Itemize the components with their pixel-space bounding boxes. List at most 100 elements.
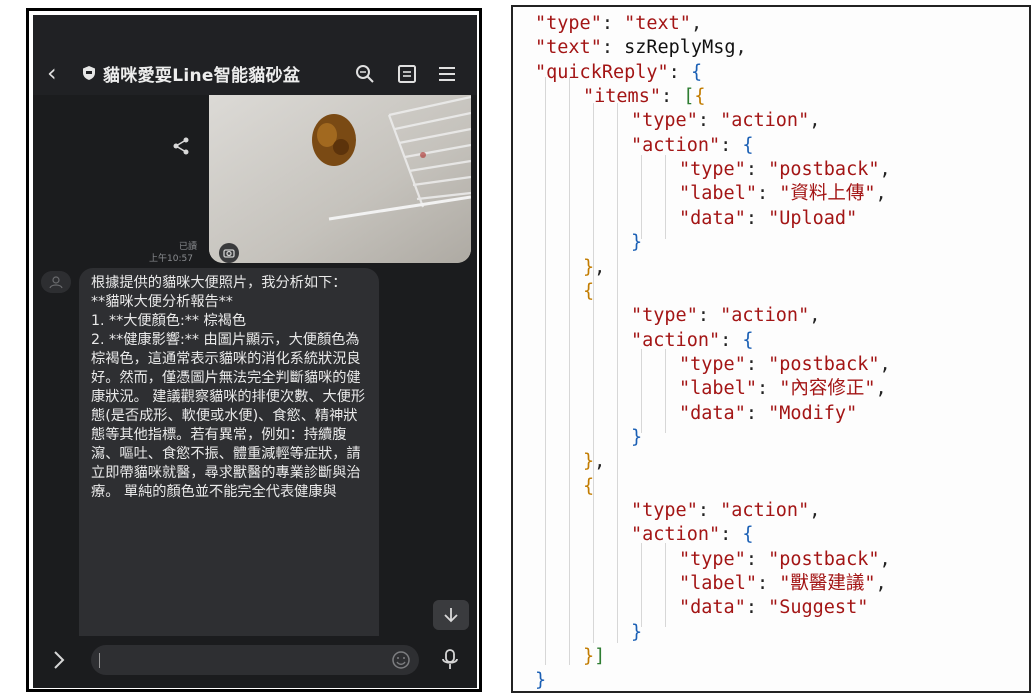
code-token: : [745,207,769,229]
code-token: "quickReply" [535,61,669,83]
code-token: : [720,329,743,351]
message-line: 1. **大便顏色:** 棕褐色 [91,313,247,329]
code-token: : [745,159,769,181]
code-token: "資料上傳" [779,183,876,205]
code-token: { [583,475,595,497]
code-token: , [875,573,887,595]
code-line: "action": { [631,329,754,353]
code-token: "Upload" [768,207,858,229]
code-token: , [594,451,606,473]
code-token: : [756,573,780,595]
photo-content [209,95,471,263]
code-token: : [745,597,769,619]
code-line: "data": "Modify" [679,402,857,426]
code-line: "data": "Upload" [679,207,857,231]
code-token: } [631,621,643,643]
code-token: : [697,500,721,521]
code-screenshot-frame: "type": "text", "text": szReplyMsg, "quick… [511,5,1031,693]
code-token: , [809,305,821,327]
code-line: "action": { [631,523,754,547]
code-token: : [601,13,625,34]
code-token: { [742,329,754,351]
status-bar [33,15,477,53]
code-token: "postback" [768,548,880,570]
code-line: "type": "postback", [679,548,891,572]
indent-guide [545,77,546,665]
code-token: : [720,524,743,546]
code-line: "type": "action", [631,304,820,328]
message-line: **貓咪大便分析報告** [91,294,233,310]
code-token: : [745,353,769,375]
code-line: "quickReply": { [535,61,702,85]
indent-guide [569,77,570,665]
code-token: "type" [679,353,746,375]
code-token: , [690,13,703,34]
code-token: } [631,426,643,448]
code-line: } [631,231,642,255]
code-token: : [745,402,769,424]
indent-guide [665,155,666,239]
code-token: { [583,280,595,302]
code-token: "text" [535,37,602,59]
chat-title: 貓咪愛耍Line智能貓砂盆 [103,66,301,86]
share-icon[interactable] [168,133,194,159]
line-chat-screen: ‹ 貓咪愛耍Line智能貓砂盆 已讀 上午10:57 根據提供的貓咪大便照片，我… [33,15,477,688]
scroll-down-icon[interactable] [433,600,469,630]
message-line: 根據提供的貓咪大便照片，我分析如下： [91,275,347,291]
menu-icon[interactable] [435,62,459,86]
code-line: }] [583,645,605,669]
code-line: "type": "action", [631,499,820,523]
code-token: { [694,86,706,108]
code-token: "postback" [768,159,880,181]
message-input-bar [33,636,477,688]
code-token: , [735,37,747,59]
code-token: : [756,183,780,205]
chat-messages[interactable]: 已讀 上午10:57 根據提供的貓咪大便照片，我分析如下： **貓咪大便分析報告… [33,95,477,688]
code-token: : [697,110,721,132]
code-line: }, [583,450,605,474]
camera-icon[interactable] [219,243,239,263]
emoji-icon[interactable] [391,650,411,670]
code-token: { [742,134,754,156]
code-token: "data" [679,207,746,229]
code-token: "text" [624,13,691,34]
cat-stool-photo[interactable] [209,95,471,263]
code-line: } [631,426,642,450]
code-token: "label" [679,378,757,400]
code-token: "獸醫建議" [779,573,876,595]
back-icon[interactable]: ‹ [47,59,57,87]
code-line: { [583,280,594,304]
code-token: , [594,256,606,278]
message-input[interactable] [91,645,419,675]
search-icon[interactable] [353,62,377,86]
code-line: "type": "action", [631,109,820,133]
code-token: "action" [720,110,810,132]
code-token: : [668,61,691,83]
indent-guide [641,155,642,239]
indent-guide [617,103,618,643]
code-line: "items": [{ [583,85,706,109]
message-line: 2. **健康影響:** 由圖片顯示，大便顏色為棕褐色，這通常表示貓咪的消化系統… [91,332,366,500]
code-line: } [631,621,642,645]
code-token: , [875,183,887,205]
code-line: "label": "獸醫建議", [679,572,887,596]
code-token: : [720,134,743,156]
bot-avatar[interactable] [41,271,71,293]
code-line: "action": { [631,134,754,158]
code-line: { [583,475,594,499]
code-token: [ [683,86,695,108]
bot-message-bubble[interactable]: 根據提供的貓咪大便照片，我分析如下： **貓咪大便分析報告** 1. **大便顏… [79,268,379,688]
code-token: "type" [631,110,698,132]
mic-icon[interactable] [440,648,460,672]
code-line: "type": "postback", [679,353,891,377]
code-token: "Modify" [768,402,858,424]
code-token: "action" [631,329,721,351]
code-token: : [601,37,625,59]
code-token: : [745,548,769,570]
code-token: "type" [679,159,746,181]
notes-icon[interactable] [395,62,419,86]
code-token: : [660,86,684,108]
expand-icon[interactable] [51,649,67,671]
code-line: "label": "內容修正", [679,377,887,401]
shield-icon [83,66,95,80]
